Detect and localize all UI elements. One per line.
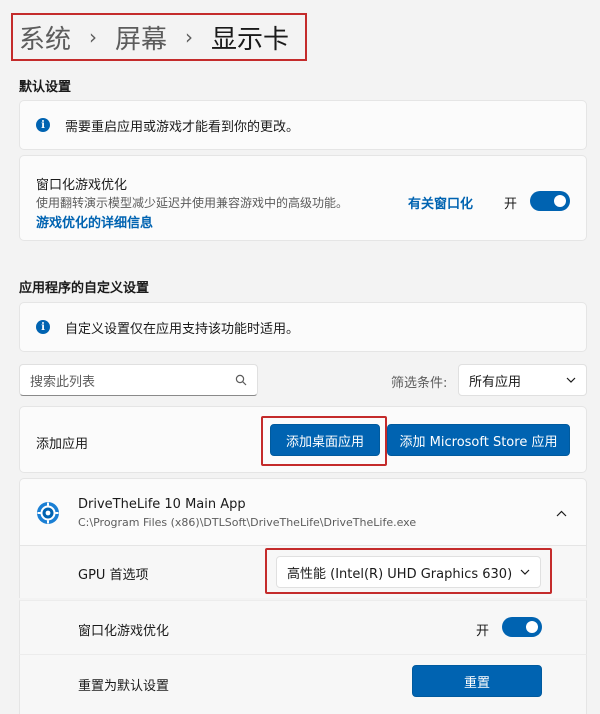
chevron-down-icon (566, 377, 576, 383)
info-icon: i (36, 320, 50, 334)
filter-value: 所有应用 (469, 374, 522, 390)
gpu-preference-value: 高性能 (Intel(R) UHD Graphics 630) (287, 566, 513, 582)
windowed-toggle[interactable] (530, 191, 570, 211)
gpu-preference-label: GPU 首选项 (78, 568, 149, 583)
breadcrumb-display[interactable]: 屏幕 (115, 19, 167, 56)
breadcrumb: 系统 › 屏幕 › 显示卡 (11, 13, 307, 61)
windowed-optimization-desc: 使用翻转演示模型减少延迟并使用兼容游戏中的高级功能。 (36, 196, 349, 210)
windowed-optimization-card: 窗口化游戏优化 使用翻转演示模型减少延迟并使用兼容游戏中的高级功能。 有关窗口化… (19, 155, 587, 241)
toggle-knob (526, 621, 538, 633)
search-input[interactable]: 搜索此列表 (19, 364, 258, 396)
windowed-optimization-title: 窗口化游戏优化 (36, 178, 128, 193)
windowed-optimization-link-2[interactable]: 游戏优化的详细信息 (36, 212, 153, 231)
custom-settings-title: 应用程序的自定义设置 (19, 281, 150, 296)
app-windowed-toggle[interactable] (502, 617, 542, 637)
app-name: DriveTheLife 10 Main App (78, 497, 246, 512)
breadcrumb-separator: › (89, 25, 98, 49)
app-entry-header[interactable]: DriveTheLife 10 Main App C:\Program File… (19, 478, 587, 546)
info-icon: i (36, 118, 50, 132)
reset-button[interactable]: 重置 (412, 665, 542, 697)
search-placeholder: 搜索此列表 (30, 374, 96, 390)
windowed-optimization-link-1[interactable]: 有关窗口化 (408, 193, 473, 212)
custom-info-card: i 自定义设置仅在应用支持该功能时适用。 (19, 302, 587, 352)
page-title: 显示卡 (211, 24, 290, 55)
toggle-knob (554, 195, 566, 207)
search-icon (235, 374, 247, 386)
add-store-app-button[interactable]: 添加 Microsoft Store 应用 (387, 424, 570, 456)
gear-app-icon (37, 502, 59, 524)
app-windowed-label: 窗口化游戏优化 (78, 624, 170, 639)
default-settings-title: 默认设置 (19, 80, 72, 95)
chevron-down-icon (520, 569, 530, 575)
app-windowed-toggle-label: 开 (476, 624, 490, 639)
chevron-up-icon[interactable] (556, 510, 567, 517)
filter-dropdown[interactable]: 所有应用 (458, 364, 587, 396)
gpu-preference-dropdown[interactable]: 高性能 (Intel(R) UHD Graphics 630) (276, 556, 541, 588)
restart-info-card: i 需要重启应用或游戏才能看到你的更改。 (19, 100, 587, 150)
app-windowed-row: 窗口化游戏优化 开 (19, 600, 587, 654)
breadcrumb-separator: › (185, 25, 194, 49)
restart-info-text: 需要重启应用或游戏才能看到你的更改。 (65, 119, 300, 135)
breadcrumb-system[interactable]: 系统 (19, 19, 71, 56)
custom-info-text: 自定义设置仅在应用支持该功能时适用。 (65, 321, 300, 337)
app-path: C:\Program Files (x86)\DTLSoft\DriveTheL… (78, 516, 417, 529)
reset-label: 重置为默认设置 (78, 679, 170, 694)
filter-label: 筛选条件: (391, 376, 448, 391)
add-desktop-app-button[interactable]: 添加桌面应用 (270, 424, 380, 456)
windowed-toggle-label: 开 (504, 197, 518, 212)
add-app-label: 添加应用 (36, 437, 89, 452)
